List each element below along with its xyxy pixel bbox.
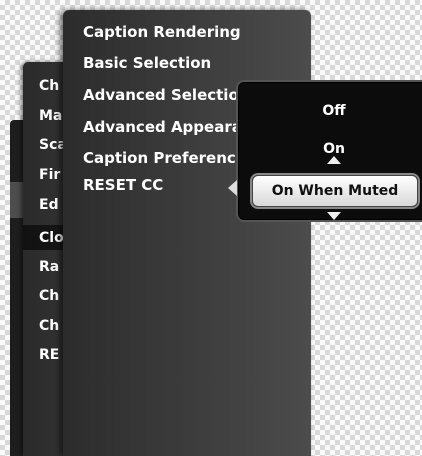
parent-menu-item[interactable]: Ch bbox=[39, 74, 59, 98]
scroll-up-arrow-icon[interactable] bbox=[327, 156, 341, 164]
menu-item-basic-selection[interactable]: Basic Selection bbox=[83, 51, 211, 75]
option-on-when-muted[interactable]: On When Muted bbox=[252, 175, 418, 207]
parent-menu-item[interactable]: Ra bbox=[39, 255, 59, 279]
parent-menu-item-selected[interactable]: Clo bbox=[39, 226, 64, 250]
parent-menu-item[interactable]: RE bbox=[39, 343, 59, 367]
parent-menu-item[interactable]: Ch bbox=[39, 284, 59, 308]
menu-item-caption-rendering[interactable]: Caption Rendering bbox=[83, 20, 241, 44]
menu-item-reset-cc[interactable]: RESET CC bbox=[83, 173, 163, 197]
scroll-down-arrow-icon[interactable] bbox=[327, 212, 341, 220]
parent-menu-item[interactable]: Fir bbox=[39, 163, 60, 187]
option-off[interactable]: Off bbox=[238, 100, 422, 122]
menu-item-caption-preference[interactable]: Caption Preference bbox=[83, 146, 246, 170]
caption-preference-popup: Off On On When Muted bbox=[228, 80, 422, 222]
menu-item-advanced-selection[interactable]: Advanced Selection bbox=[83, 83, 249, 107]
popup-pointer-icon bbox=[228, 180, 237, 196]
parent-menu-item[interactable]: Ch bbox=[39, 314, 59, 338]
parent-menu-item[interactable]: Ma bbox=[39, 104, 62, 128]
closed-caption-menu: Caption Rendering Basic Selection Advanc… bbox=[63, 10, 311, 456]
parent-menu-item[interactable]: Ed bbox=[39, 193, 59, 217]
